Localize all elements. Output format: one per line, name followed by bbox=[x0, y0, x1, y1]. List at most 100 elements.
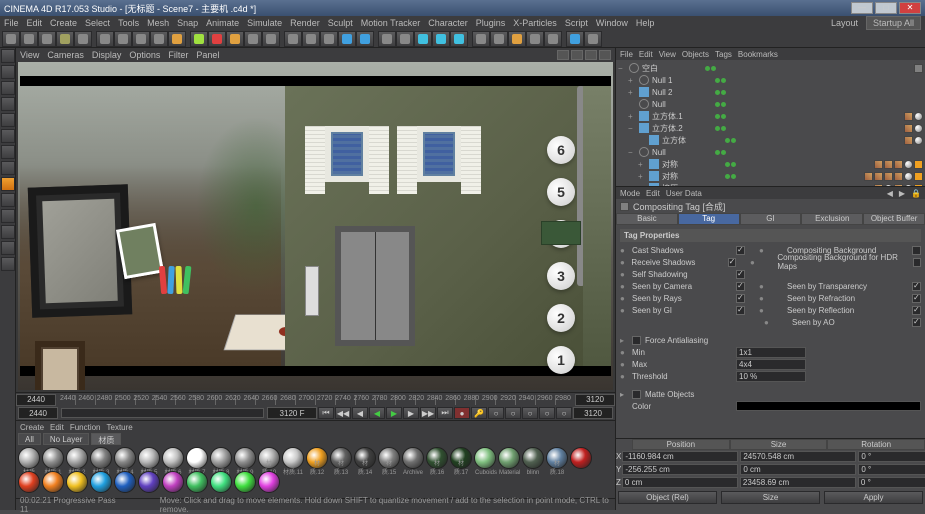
toolbar-button-4[interactable] bbox=[74, 31, 92, 47]
obj-menu-file[interactable]: File bbox=[620, 50, 633, 59]
expand-icon[interactable]: + bbox=[628, 88, 636, 97]
vp-pan-icon[interactable] bbox=[557, 50, 569, 60]
menu-snap[interactable]: Snap bbox=[177, 18, 198, 28]
mat-tab-1[interactable]: No Layer bbox=[43, 433, 89, 445]
checkbox[interactable] bbox=[632, 336, 641, 345]
tex-tag-icon[interactable] bbox=[904, 136, 913, 145]
coord-mode-dropdown[interactable]: Object (Rel) bbox=[618, 491, 717, 504]
toolbar-button-14[interactable] bbox=[262, 31, 280, 47]
object-row[interactable]: 立方体 bbox=[618, 134, 923, 146]
menu-file[interactable]: File bbox=[4, 18, 19, 28]
expand-icon[interactable]: + bbox=[628, 76, 636, 85]
coord-apply-button[interactable]: Apply bbox=[824, 491, 923, 504]
object-name[interactable]: 对称 bbox=[662, 171, 722, 182]
tex-tag-icon[interactable] bbox=[864, 172, 873, 181]
attr-value-input[interactable] bbox=[736, 359, 806, 370]
attr-tab-gi[interactable]: GI bbox=[740, 213, 802, 225]
tex-tag-icon[interactable] bbox=[884, 172, 893, 181]
toolbar-button-23[interactable] bbox=[432, 31, 450, 47]
vp-menu-cameras[interactable]: Cameras bbox=[47, 50, 84, 60]
goto-start-button[interactable]: ⏮ bbox=[318, 407, 334, 419]
maximize-button[interactable]: □ bbox=[875, 2, 897, 14]
expand-icon[interactable]: + bbox=[638, 160, 646, 169]
obj-menu-edit[interactable]: Edit bbox=[639, 50, 653, 59]
attr-menu-mode[interactable]: Mode bbox=[620, 189, 640, 198]
material-swatch[interactable]: 材质.8 bbox=[210, 447, 232, 469]
expand-icon[interactable]: + bbox=[628, 112, 636, 121]
object-row[interactable]: +对称 bbox=[618, 158, 923, 170]
rotation-input[interactable] bbox=[858, 464, 925, 475]
toolbar-button-3[interactable] bbox=[56, 31, 74, 47]
toolbar-button-21[interactable] bbox=[396, 31, 414, 47]
toolbar-button-29[interactable] bbox=[544, 31, 562, 47]
toolbar-button-31[interactable] bbox=[584, 31, 602, 47]
material-swatch[interactable]: 材质 bbox=[18, 447, 40, 469]
object-name[interactable]: 空白 bbox=[642, 63, 702, 74]
material-swatch[interactable]: 材质.12 bbox=[306, 447, 328, 469]
material-swatch[interactable]: 材质.3 bbox=[90, 447, 112, 469]
position-input[interactable] bbox=[622, 451, 738, 462]
close-button[interactable]: ✕ bbox=[899, 2, 921, 14]
left-tool-9[interactable] bbox=[1, 193, 15, 207]
checkbox[interactable] bbox=[736, 270, 745, 279]
left-tool-10[interactable] bbox=[1, 209, 15, 223]
left-tool-8[interactable] bbox=[1, 177, 15, 191]
left-tool-2[interactable] bbox=[1, 81, 15, 95]
attr-tab-exclusion[interactable]: Exclusion bbox=[801, 213, 863, 225]
material-swatch[interactable]: 材质.15 bbox=[378, 447, 400, 469]
vp-menu-display[interactable]: Display bbox=[92, 50, 122, 60]
menu-select[interactable]: Select bbox=[85, 18, 110, 28]
attr-prev-icon[interactable]: ◀ bbox=[887, 189, 893, 198]
object-name[interactable]: 立方体.1 bbox=[652, 111, 712, 122]
prev-key-button[interactable]: ◀◀ bbox=[335, 407, 351, 419]
object-row[interactable]: −立方体.2 bbox=[618, 122, 923, 134]
toolbar-button-8[interactable] bbox=[150, 31, 168, 47]
material-swatch[interactable]: 材质.16 bbox=[426, 447, 448, 469]
object-row[interactable]: + 立方体.1 bbox=[618, 110, 923, 122]
material-swatch[interactable]: 材质.2 bbox=[66, 447, 88, 469]
expand-icon[interactable]: − bbox=[628, 148, 636, 157]
left-tool-4[interactable] bbox=[1, 113, 15, 127]
autokey-button[interactable]: 🔑 bbox=[471, 407, 487, 419]
toolbar-button-7[interactable] bbox=[132, 31, 150, 47]
vp-rotate-icon[interactable] bbox=[585, 50, 597, 60]
toolbar-button-28[interactable] bbox=[526, 31, 544, 47]
phong-tag-icon[interactable] bbox=[904, 160, 913, 169]
position-input[interactable] bbox=[622, 477, 738, 488]
vp-zoom-icon[interactable] bbox=[571, 50, 583, 60]
vp-menu-options[interactable]: Options bbox=[129, 50, 160, 60]
play-forward-button[interactable]: ▶ bbox=[386, 407, 402, 419]
expand-icon[interactable]: ▸ bbox=[620, 390, 628, 399]
material-swatch[interactable]: 材质.11 bbox=[282, 447, 304, 469]
phong-tag-icon[interactable] bbox=[914, 136, 923, 145]
timeline-start-input[interactable] bbox=[16, 394, 56, 406]
toolbar-button-26[interactable] bbox=[490, 31, 508, 47]
warn-tag-icon[interactable] bbox=[914, 172, 923, 181]
toolbar-button-18[interactable] bbox=[338, 31, 356, 47]
vp-menu-filter[interactable]: Filter bbox=[168, 50, 188, 60]
object-name[interactable]: Null 2 bbox=[652, 88, 712, 97]
left-tool-5[interactable] bbox=[1, 129, 15, 143]
menu-sculpt[interactable]: Sculpt bbox=[328, 18, 353, 28]
menu-animate[interactable]: Animate bbox=[206, 18, 239, 28]
toolbar-button-11[interactable] bbox=[208, 31, 226, 47]
toolbar-button-24[interactable] bbox=[450, 31, 468, 47]
expand-icon[interactable]: + bbox=[638, 172, 646, 181]
toolbar-button-5[interactable] bbox=[96, 31, 114, 47]
object-name[interactable]: 立方体.2 bbox=[652, 123, 712, 134]
toolbar-button-17[interactable] bbox=[320, 31, 338, 47]
obj-menu-objects[interactable]: Objects bbox=[682, 50, 709, 59]
rotation-input[interactable] bbox=[858, 477, 925, 488]
material-swatch[interactable]: 材质.7 bbox=[186, 447, 208, 469]
menu-simulate[interactable]: Simulate bbox=[247, 18, 282, 28]
position-input[interactable] bbox=[622, 464, 738, 475]
tex-tag-icon[interactable] bbox=[894, 160, 903, 169]
3d-viewport[interactable]: 654321 bbox=[18, 62, 613, 390]
material-swatch[interactable] bbox=[162, 471, 184, 493]
key-scale-button[interactable]: ○ bbox=[505, 407, 521, 419]
checkbox[interactable] bbox=[913, 258, 921, 267]
checkbox[interactable] bbox=[912, 246, 921, 255]
object-row[interactable]: + 对称 bbox=[618, 170, 923, 182]
attr-lock-icon[interactable]: 🔒 bbox=[911, 189, 921, 198]
attr-tab-object-buffer[interactable]: Object Buffer bbox=[863, 213, 925, 225]
